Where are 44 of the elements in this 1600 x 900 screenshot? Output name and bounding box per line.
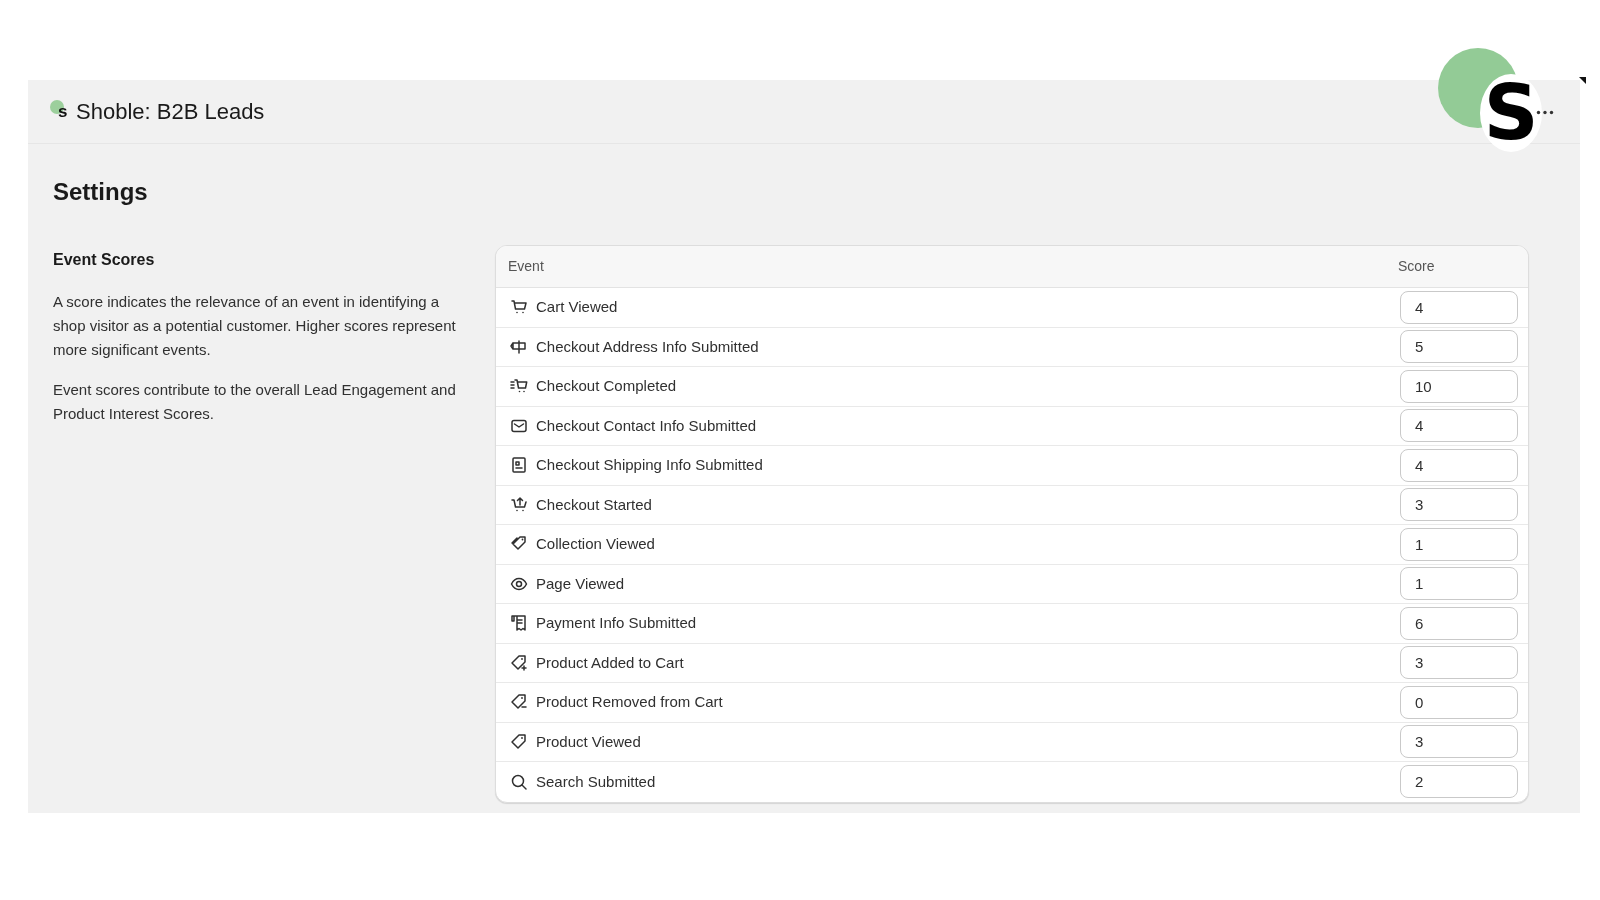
column-header: Score	[1398, 257, 1436, 276]
score-field[interactable]: 4	[1400, 409, 1518, 443]
signpost-icon	[510, 337, 528, 356]
receipt-icon	[510, 614, 528, 633]
score-field[interactable]: 5	[1400, 330, 1518, 364]
score-field[interactable]: 1	[1400, 567, 1518, 601]
search-icon	[510, 772, 528, 791]
event-name: Checkout Shipping Info Submitted	[536, 455, 764, 475]
more-icon[interactable]	[1536, 110, 1554, 115]
score-field[interactable]: 2	[1400, 765, 1518, 799]
event-name: Checkout Address Info Submitted	[536, 336, 760, 357]
score-field[interactable]: 4	[1400, 448, 1518, 482]
score-field[interactable]: 1	[1400, 527, 1518, 561]
score-field[interactable]: 3	[1400, 488, 1518, 522]
event-name: Product Removed from Cart	[536, 692, 724, 712]
score-field[interactable]: 6	[1400, 606, 1518, 640]
score-field[interactable]: 3	[1400, 646, 1518, 680]
document-icon	[510, 456, 528, 475]
event-name: Payment Info Submitted	[536, 613, 698, 633]
score-field[interactable]: 4	[1400, 290, 1518, 324]
event-name: Cart Viewed	[536, 297, 619, 317]
score-field[interactable]: 3	[1400, 725, 1518, 759]
event-name: Checkout Contact Info Submitted	[536, 415, 758, 436]
description-text: A score indicates the relevance of an event in identifying a shop visitor as a potential customer. Higher scores represent more significant events.	[53, 292, 457, 360]
section-title: Event Scores	[53, 250, 156, 270]
cart-icon	[510, 495, 528, 514]
corner-mark	[1579, 77, 1586, 84]
tag-icon	[510, 653, 528, 672]
event-name: Product Added to Cart	[536, 652, 685, 673]
score-field[interactable]: 10	[1400, 369, 1518, 403]
app-logo: s	[50, 99, 72, 124]
score-field[interactable]: 0	[1400, 685, 1518, 719]
tag-icon	[510, 693, 528, 712]
page-title: Settings	[53, 177, 149, 207]
tag-icon	[510, 732, 528, 751]
event-name: Checkout Completed	[536, 376, 678, 396]
column-header: Event	[508, 257, 545, 276]
event-name: Collection Viewed	[536, 534, 656, 554]
app-title: Shoble: B2B Leads	[76, 98, 265, 126]
description-text: Event scores contribute to the overall Lead Engagement and Product Interest Scores.	[53, 380, 457, 424]
event-name: Product Viewed	[536, 731, 642, 752]
event-name: Search Submitted	[536, 771, 657, 792]
event-name: Page Viewed	[536, 573, 626, 594]
event-name: Checkout Started	[536, 494, 653, 515]
